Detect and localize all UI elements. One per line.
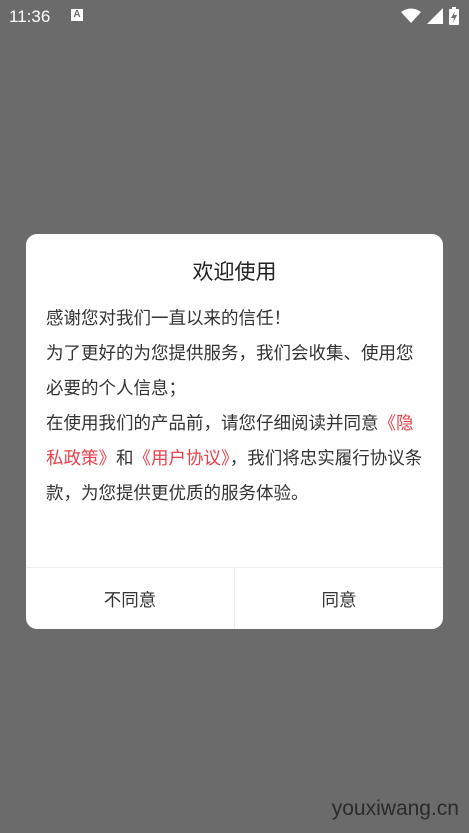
watermark: youxiwang.cn [331,797,459,820]
wifi-icon [401,8,421,28]
text-a-notification-icon: A [71,9,83,21]
dialog-line-collect: 为了更好的为您提供服务，我们会收集、使用您必要的个人信息； [46,344,414,399]
agree-button[interactable]: 同意 [234,568,443,629]
dialog-title: 欢迎使用 [192,260,277,284]
signal-icon [427,8,443,28]
dialog-body: 感谢您对我们一直以来的信任！ 为了更好的为您提供服务，我们会收集、使用您必要的个… [46,302,426,512]
consent-text-and: 和 [116,449,134,469]
status-time: 11:36 [9,7,51,26]
user-agreement-link[interactable]: 《用户协议》 [134,449,230,469]
dialog-line-thanks: 感谢您对我们一直以来的信任！ [46,309,291,329]
status-icons [401,7,459,29]
battery-charging-icon [449,7,459,29]
disagree-button[interactable]: 不同意 [26,568,234,629]
dialog-actions: 不同意 同意 [26,567,443,629]
welcome-dialog: 欢迎使用 感谢您对我们一直以来的信任！ 为了更好的为您提供服务，我们会收集、使用… [26,234,443,629]
dialog-line-consent: 在使用我们的产品前，请您仔细阅读并同意《隐私政策》和《用户协议》，我们将忠实履行… [46,407,426,512]
consent-text-pre: 在使用我们的产品前，请您仔细阅读并同意 [46,414,379,434]
status-bar: 11:36 A [0,0,469,34]
